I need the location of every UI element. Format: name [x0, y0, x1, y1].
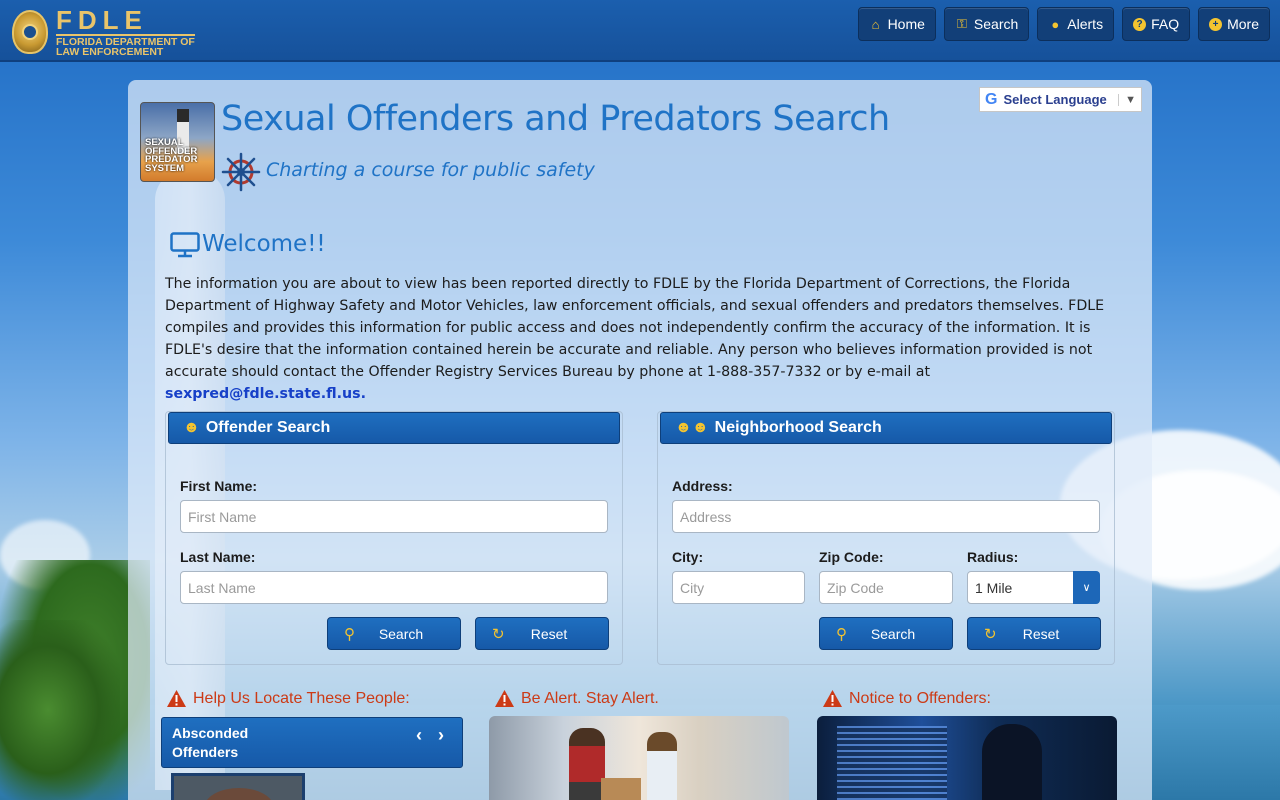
be-alert-heading: Be Alert. Stay Alert.	[494, 689, 659, 708]
warning-icon	[495, 690, 514, 707]
be-alert-image[interactable]	[489, 716, 789, 800]
bell-icon: ●	[1051, 16, 1060, 32]
nav-home-button[interactable]: ⌂ Home	[857, 7, 936, 41]
address-label: Address:	[672, 478, 733, 494]
language-selector[interactable]: G Select Language ▼	[979, 87, 1142, 112]
zip-code-label: Zip Code:	[819, 549, 884, 565]
offender-system-logo: SEXUAL OFFENDER PREDATOR SYSTEM	[140, 102, 215, 182]
neighborhood-search-header: ☻☻ Neighborhood Search	[660, 412, 1112, 444]
nav-faq-button[interactable]: ? FAQ	[1122, 7, 1191, 41]
system-logo-text: SEXUAL OFFENDER PREDATOR SYSTEM	[145, 137, 198, 174]
absconded-offender-photo[interactable]	[171, 773, 305, 800]
fdle-logo[interactable]: FDLE FLORIDA DEPARTMENT OF LAW ENFORCEME…	[12, 7, 195, 57]
ship-wheel-icon	[221, 152, 261, 192]
offender-search-header: ☻ Offender Search	[168, 412, 620, 444]
nav-alerts-button[interactable]: ● Alerts	[1037, 7, 1115, 41]
nav-more-button[interactable]: + More	[1198, 7, 1270, 41]
page-tagline: Charting a course for public safety	[266, 159, 595, 181]
neighborhood-reset-button[interactable]: ↻ Reset	[967, 617, 1101, 650]
offender-search-panel: ☻ Offender Search First Name: First Name…	[165, 411, 623, 665]
user-icon: ☻	[183, 419, 200, 436]
radius-value: 1 Mile	[975, 579, 1013, 596]
last-name-input[interactable]: Last Name	[180, 571, 608, 604]
refresh-icon: ↻	[984, 625, 997, 643]
logo-title: FDLE	[56, 5, 148, 35]
last-name-label: Last Name:	[180, 549, 256, 565]
neighborhood-search-heading: Neighborhood Search	[714, 419, 882, 436]
radius-select[interactable]: 1 Mile ∨	[967, 571, 1100, 604]
absconded-offenders-header: Absconded Offenders ‹ ›	[161, 717, 463, 768]
chevron-right-icon[interactable]: ›	[438, 726, 444, 745]
first-name-input[interactable]: First Name	[180, 500, 608, 533]
first-name-label: First Name:	[180, 478, 258, 494]
warning-icon	[167, 690, 186, 707]
google-icon: G	[985, 90, 998, 108]
home-icon: ⌂	[871, 16, 880, 32]
offender-search-button[interactable]: ⚲ Search	[327, 617, 461, 650]
locate-people-heading: Help Us Locate These People:	[166, 689, 410, 708]
users-icon: ☻☻	[675, 419, 709, 436]
chevron-left-icon[interactable]: ‹	[416, 726, 422, 745]
radius-label: Radius:	[967, 549, 1019, 565]
question-icon: ?	[1133, 17, 1147, 31]
palm-tree	[0, 620, 120, 800]
dropdown-arrow-icon: ▼	[1118, 93, 1136, 106]
neighborhood-search-panel: ☻☻ Neighborhood Search Address: Address …	[657, 411, 1115, 665]
offender-search-heading: Offender Search	[205, 419, 331, 436]
main-nav: ⌂ Home ⚿ Search ● Alerts ? FAQ + More	[857, 7, 1270, 41]
nav-label: More	[1227, 16, 1259, 32]
zip-code-input[interactable]: Zip Code	[819, 571, 953, 604]
monitor-icon	[170, 232, 200, 258]
fdle-badge-icon	[12, 10, 48, 54]
address-input[interactable]: Address	[672, 500, 1100, 533]
notice-to-offenders-image[interactable]	[817, 716, 1117, 800]
plus-icon: +	[1209, 17, 1223, 31]
nav-label: Home	[887, 16, 925, 32]
email-link[interactable]: sexpred@fdle.state.fl.us.	[165, 386, 366, 402]
notice-to-offenders-heading: Notice to Offenders:	[822, 689, 991, 708]
search-icon: ⚲	[836, 625, 847, 643]
refresh-icon: ↻	[492, 625, 505, 643]
city-label: City:	[672, 549, 704, 565]
logo-subtitle: FLORIDA DEPARTMENT OF LAW ENFORCEMENT	[56, 34, 195, 58]
language-selector-label: Select Language	[1003, 92, 1107, 107]
nav-label: Search	[973, 16, 1019, 32]
top-navigation-bar: FDLE FLORIDA DEPARTMENT OF LAW ENFORCEME…	[0, 0, 1280, 62]
city-input[interactable]: City	[672, 571, 805, 604]
search-icon: ⚲	[344, 625, 355, 643]
phone-number: 1-888-357-7332	[706, 364, 822, 380]
offender-reset-button[interactable]: ↻ Reset	[475, 617, 609, 650]
welcome-text: The information you are about to view ha…	[165, 276, 1105, 402]
welcome-heading: Welcome!!	[202, 231, 326, 257]
neighborhood-search-button[interactable]: ⚲ Search	[819, 617, 953, 650]
warning-icon	[823, 690, 842, 707]
page-title: Sexual Offenders and Predators Search	[221, 99, 890, 139]
key-icon: ⚿	[956, 16, 967, 31]
nav-label: Alerts	[1067, 16, 1104, 32]
nav-search-button[interactable]: ⚿ Search	[943, 7, 1030, 41]
nav-label: FAQ	[1151, 16, 1180, 32]
chevron-down-icon: ∨	[1073, 571, 1100, 604]
